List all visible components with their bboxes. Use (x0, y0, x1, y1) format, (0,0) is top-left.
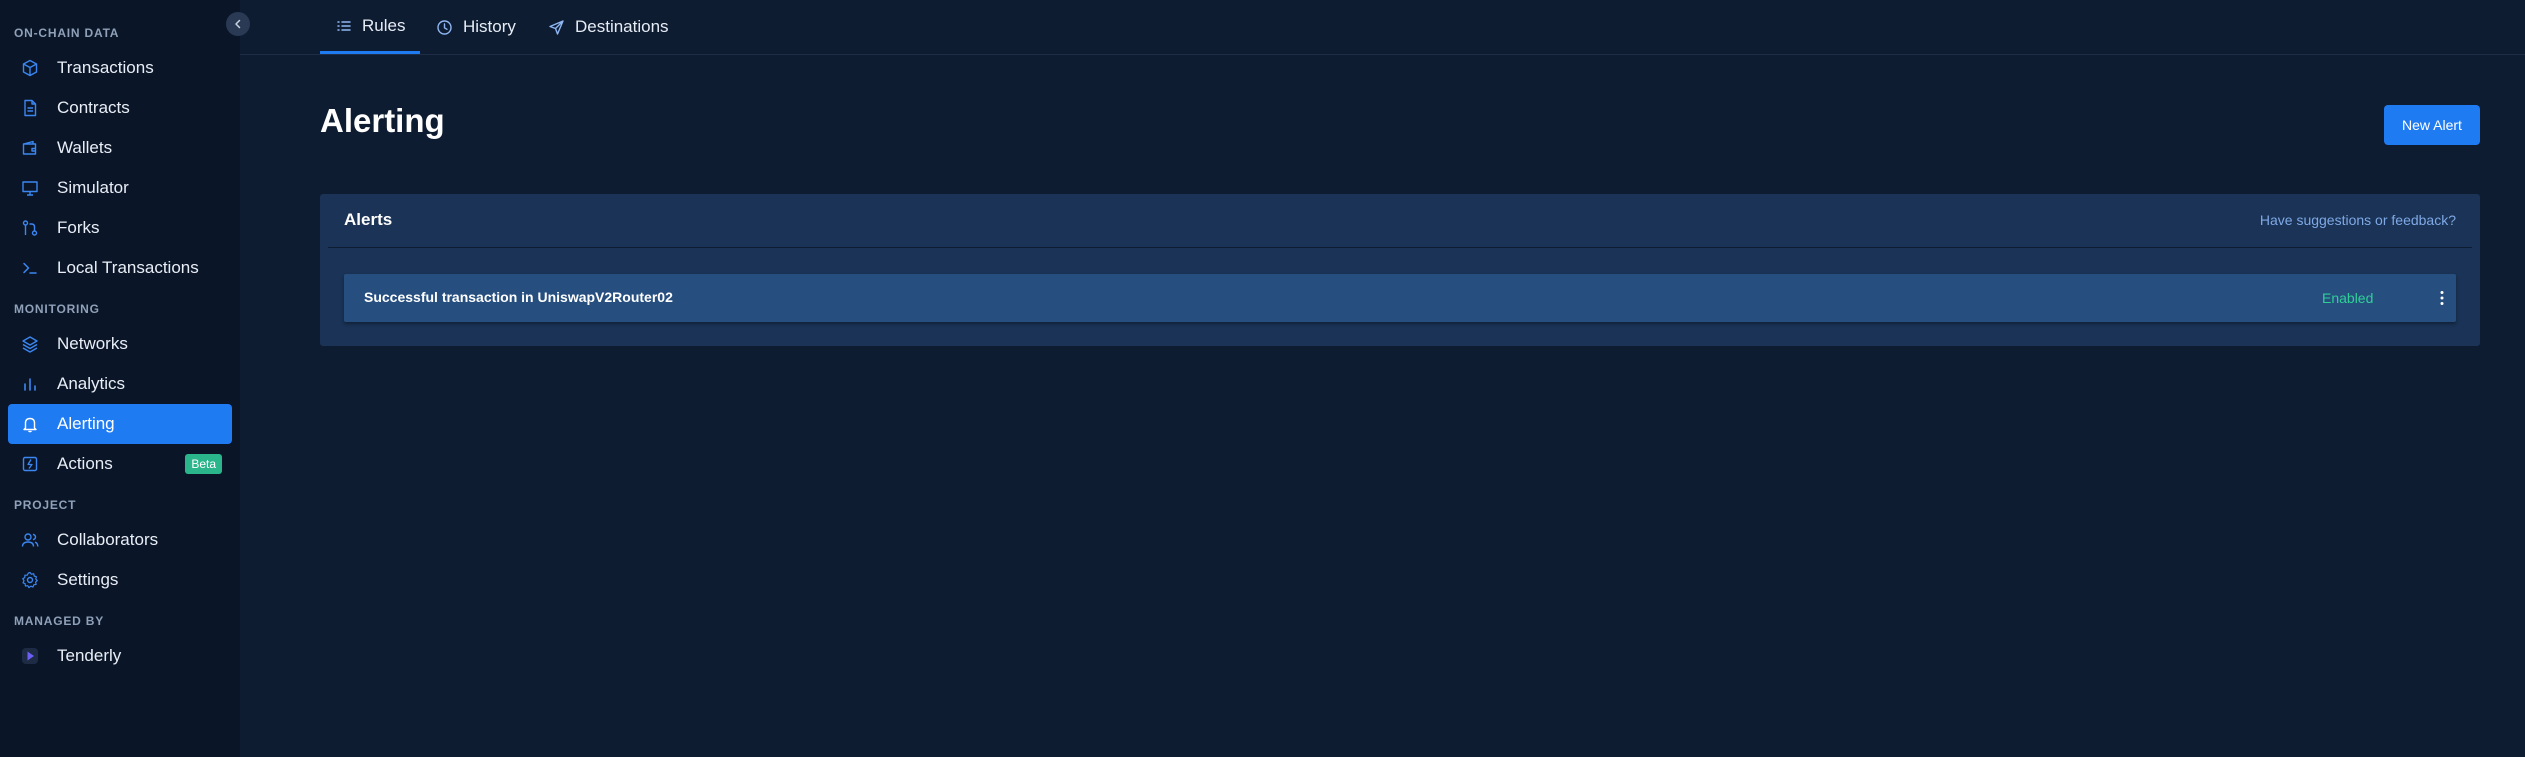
alerts-card: Alerts Have suggestions or feedback? Suc… (320, 194, 2480, 346)
sidebar-collapse-button[interactable] (226, 12, 250, 36)
sidebar-item-simulator[interactable]: Simulator (8, 168, 232, 208)
tab-destinations[interactable]: Destinations (548, 0, 669, 54)
lightning-icon (20, 454, 40, 474)
tab-label: Destinations (575, 17, 669, 36)
tab-label: History (463, 17, 516, 36)
sidebar-item-settings[interactable]: Settings (8, 560, 232, 600)
bar-chart-icon (20, 374, 40, 394)
alert-row[interactable]: Successful transaction in UniswapV2Route… (344, 274, 2456, 322)
layers-icon (20, 334, 40, 354)
main-content: Rules History Destinations Alerting New … (240, 0, 2525, 757)
sidebar-item-actions[interactable]: Actions Beta (8, 444, 232, 484)
top-tab-bar: Rules History Destinations (240, 0, 2525, 55)
sidebar-item-label: Local Transactions (57, 258, 199, 277)
sidebar-item-label: Collaborators (57, 530, 159, 549)
sidebar-item-tenderly[interactable]: Tenderly (8, 636, 232, 676)
bell-icon (20, 414, 40, 434)
tab-label: Rules (362, 15, 406, 35)
sidebar-item-label: Contracts (57, 98, 130, 117)
sidebar-item-label: Wallets (57, 138, 113, 157)
wallet-icon (20, 138, 40, 158)
alerts-card-header: Alerts Have suggestions or feedback? (328, 194, 2472, 248)
sidebar-item-forks[interactable]: Forks (8, 208, 232, 248)
chevron-left-icon (235, 19, 241, 29)
clock-icon (436, 19, 453, 36)
sidebar-item-label: Alerting (57, 414, 115, 433)
alerts-title: Alerts (344, 210, 393, 229)
sidebar-item-label: Analytics (57, 374, 126, 393)
sidebar-item-label: Simulator (57, 178, 129, 197)
alert-name: Successful transaction in UniswapV2Route… (364, 289, 673, 305)
sidebar-item-networks[interactable]: Networks (8, 324, 232, 364)
terminal-icon (20, 258, 40, 278)
sidebar-item-transactions[interactable]: Transactions (8, 48, 232, 88)
tenderly-logo (20, 646, 40, 666)
sidebar-item-label: Settings (57, 570, 119, 589)
sidebar-item-label: Transactions (57, 58, 154, 77)
fork-icon (20, 218, 40, 238)
monitor-icon (20, 178, 40, 198)
sidebar-item-label: Actions (57, 454, 113, 473)
sidebar-item-label: Forks (57, 218, 100, 237)
sidebar: ON-CHAIN DATA Transactions Contracts Wal… (0, 0, 250, 757)
section-label-project: PROJECT (14, 498, 77, 512)
gear-icon (20, 570, 40, 590)
sidebar-item-wallets[interactable]: Wallets (8, 128, 232, 168)
more-options-icon[interactable] (2432, 288, 2452, 308)
users-icon (20, 530, 40, 550)
feedback-link[interactable]: Have suggestions or feedback? (2260, 212, 2456, 228)
sidebar-item-alerting[interactable]: Alerting (8, 404, 232, 444)
sidebar-item-label: Tenderly (57, 646, 122, 665)
cube-icon (20, 58, 40, 78)
sidebar-item-contracts[interactable]: Contracts (8, 88, 232, 128)
alert-status-badge: Enabled (2322, 290, 2374, 306)
tab-rules[interactable]: Rules (320, 0, 420, 54)
section-label-monitoring: MONITORING (14, 302, 100, 316)
document-icon (20, 98, 40, 118)
sidebar-item-analytics[interactable]: Analytics (8, 364, 232, 404)
tab-history[interactable]: History (436, 0, 516, 54)
page-title: Alerting (320, 102, 445, 139)
new-alert-button[interactable]: New Alert (2384, 105, 2480, 145)
section-label-managed-by: MANAGED BY (14, 614, 105, 628)
send-icon (548, 19, 565, 36)
list-icon (336, 18, 352, 34)
sidebar-item-collaborators[interactable]: Collaborators (8, 520, 232, 560)
section-label-on-chain-data: ON-CHAIN DATA (14, 26, 120, 40)
sidebar-item-local-transactions[interactable]: Local Transactions (8, 248, 232, 288)
app-root: ON-CHAIN DATA Transactions Contracts Wal… (0, 0, 2525, 757)
beta-badge: Beta (185, 454, 222, 474)
sidebar-item-label: Networks (57, 334, 128, 353)
